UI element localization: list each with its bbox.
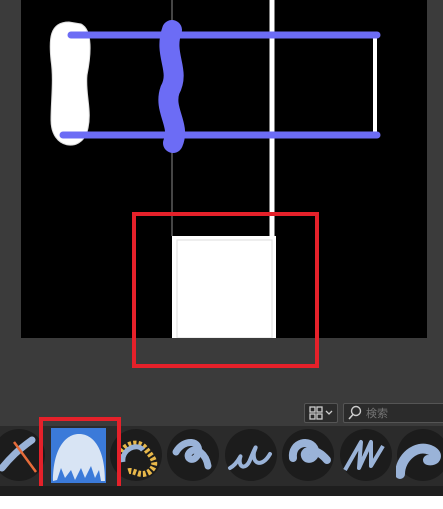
white-rectangle (172, 236, 276, 338)
brush-item-1[interactable] (0, 428, 47, 483)
search-icon (348, 405, 362, 420)
grid-view-icon (309, 406, 323, 420)
brush-item-5[interactable] (224, 428, 279, 483)
brush-item-8[interactable] (396, 428, 443, 483)
view-mode-toggle[interactable] (304, 403, 338, 423)
canvas-drawing (49, 0, 381, 338)
drawing-canvas[interactable] (21, 0, 427, 338)
blue-vertical-stroke (158, 20, 186, 153)
search-input[interactable] (363, 406, 443, 420)
brush-item-3[interactable] (109, 428, 164, 483)
brush-item-4[interactable] (166, 428, 221, 483)
search-box[interactable] (343, 403, 443, 423)
canvas-area (0, 0, 443, 400)
brush-item-6[interactable] (281, 428, 336, 483)
white-blob-stroke (49, 21, 91, 146)
bottom-margin (0, 496, 443, 509)
brush-item-2[interactable] (51, 428, 106, 483)
chevron-down-icon (325, 410, 333, 415)
brush-item-7[interactable] (339, 428, 394, 483)
